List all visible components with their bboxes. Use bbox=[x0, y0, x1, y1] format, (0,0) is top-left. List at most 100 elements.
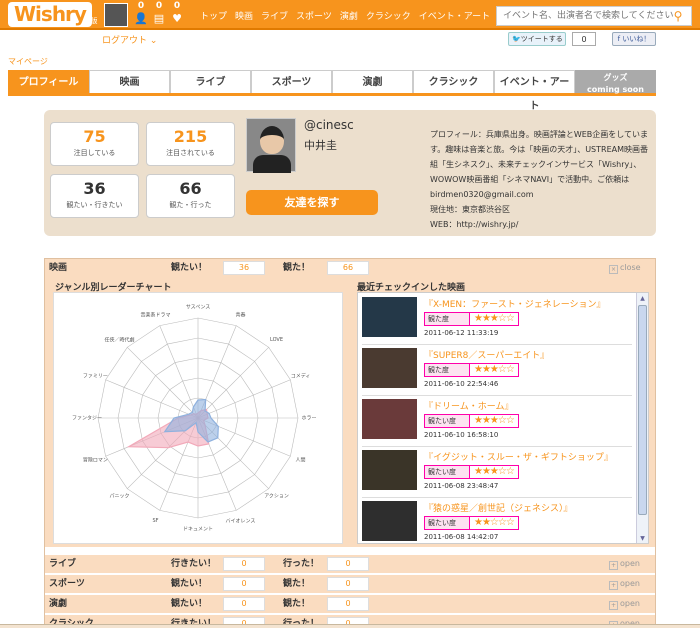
radar-axis-label: パニック bbox=[109, 493, 130, 500]
rating-stars: ★★★☆☆ bbox=[470, 414, 519, 428]
recent-list: 『X-MEN：ファースト・ジェネレーション』 観た度 ★★★☆☆ 2011-06-12… bbox=[357, 292, 649, 544]
tweet-button[interactable]: 🐦ツイートする bbox=[508, 32, 566, 46]
top-header: Wishry β版 0 👤 0 ▤ 0 ♥ トップ 映画 ライブ スポーツ 演劇 クラ… bbox=[0, 0, 700, 30]
movie-thumbnail bbox=[362, 450, 417, 490]
list-item[interactable]: 『ドリーム・ホーム』 観たい度 ★★★☆☆ 2011-06-10 16:58:10 bbox=[362, 397, 632, 447]
radar-axis-label: バイオレンス bbox=[225, 518, 256, 525]
rating-stars: ★★★☆☆ bbox=[470, 312, 519, 326]
tab-event-art[interactable]: イベント・アート bbox=[494, 70, 575, 112]
radar-axis-label: アクション bbox=[264, 493, 289, 500]
stat-done[interactable]: 66 観た・行った bbox=[146, 174, 235, 218]
search-input[interactable] bbox=[496, 6, 692, 26]
chevron-up-icon[interactable]: ▲ bbox=[638, 294, 647, 304]
radar-axis-label: サスペンス bbox=[185, 304, 211, 311]
scrollbar[interactable]: ▲ ▼ bbox=[636, 293, 648, 543]
window-bottom-edge bbox=[0, 624, 700, 628]
site-logo[interactable]: Wishry bbox=[8, 2, 92, 27]
radar-axis-label: LOVE bbox=[269, 336, 284, 343]
radar-axis-line bbox=[105, 379, 199, 419]
category-header-theater: 演劇 観たい！ 0 観た！ 0 + open bbox=[45, 595, 655, 613]
open-toggle[interactable]: +open bbox=[609, 595, 640, 613]
find-friends-button[interactable]: 友達を探す bbox=[246, 190, 378, 215]
rating-stars: ★★★☆☆ bbox=[470, 363, 519, 377]
nav-top[interactable]: トップ bbox=[200, 9, 227, 22]
tab-live[interactable]: ライブ bbox=[170, 70, 251, 93]
nav-theater[interactable]: 演劇 bbox=[340, 9, 358, 22]
category-header-sports: スポーツ 観たい！ 0 観た！ 0 + open bbox=[45, 575, 655, 593]
open-toggle[interactable]: +open bbox=[609, 575, 640, 593]
search-icon[interactable]: ⚲ bbox=[670, 8, 686, 24]
radar-axis-label: ホラー bbox=[301, 415, 317, 422]
category-tabs: プロフィール 映画 ライブ スポーツ 演劇 クラシック イベント・アート グッズ… bbox=[8, 70, 656, 112]
tab-theater[interactable]: 演劇 bbox=[332, 70, 413, 93]
stat-want[interactable]: 36 観たい・行きたい bbox=[50, 174, 139, 218]
header-stat-messages[interactable]: 0 ▤ bbox=[152, 1, 166, 25]
header-stat-people[interactable]: 0 👤 bbox=[134, 1, 148, 25]
radar-axis-label: 音楽系ドラマ bbox=[140, 312, 171, 319]
radar-axis-label: ドキュメント bbox=[182, 526, 214, 533]
header-stat-likes[interactable]: 0 ♥ bbox=[170, 1, 184, 25]
message-icon: ▤ bbox=[153, 12, 165, 25]
radar-axis-label: 青春 bbox=[235, 312, 246, 319]
beta-label: β版 bbox=[86, 17, 98, 25]
radar-axis-line bbox=[159, 325, 199, 419]
person-icon: 👤 bbox=[134, 12, 148, 25]
radar-axis-line bbox=[127, 347, 199, 419]
tab-profile[interactable]: プロフィール bbox=[8, 70, 89, 93]
radar-axis-label: ファンタジー bbox=[71, 415, 103, 422]
radar-axis-label: ファミリー bbox=[82, 373, 108, 380]
nav-classic[interactable]: クラシック bbox=[366, 9, 411, 22]
chevron-down-icon: ⌄ bbox=[147, 36, 158, 46]
list-item[interactable]: 『X-MEN：ファースト・ジェネレーション』 観た度 ★★★☆☆ 2011-06-12… bbox=[362, 295, 632, 345]
tab-goods: グッズ coming soon bbox=[575, 70, 656, 94]
rating-stars: ★★★☆☆ bbox=[470, 465, 519, 479]
scroll-thumb[interactable] bbox=[638, 305, 647, 515]
radar-axis-label: 人間 bbox=[295, 457, 306, 464]
tab-sports[interactable]: スポーツ bbox=[251, 70, 332, 93]
user-handle: @cinesc bbox=[304, 118, 354, 132]
profile-bio: プロフィール：兵庫県出身。映画評論とWEB企画をしています。趣味は音楽と旅。今は… bbox=[430, 130, 649, 229]
list-item[interactable]: 『イグジット・スルー・ザ・ギフトショップ』 観たい度 ★★★☆☆ 2011-06-08… bbox=[362, 448, 632, 498]
rating-stars: ★★☆☆☆ bbox=[470, 516, 519, 530]
header-avatar[interactable] bbox=[104, 3, 128, 27]
list-item[interactable]: 『猿の惑星／創世記（ジェネシス）』 観たい度 ★★☆☆☆ 2011-06-08 14:… bbox=[362, 499, 632, 543]
breadcrumb[interactable]: マイページ bbox=[8, 56, 48, 67]
close-icon: × bbox=[609, 265, 618, 274]
nav-movie[interactable]: 映画 bbox=[235, 9, 253, 22]
movie-thumbnail bbox=[362, 348, 417, 388]
movie-thumbnail bbox=[362, 297, 417, 337]
logout-link[interactable]: ログアウト ⌄ bbox=[102, 33, 157, 46]
category-header-live: ライブ 行きたい！ 0 行った！ 0 + open bbox=[45, 555, 655, 573]
open-icon: + bbox=[609, 561, 618, 570]
user-name: 中井圭 bbox=[304, 139, 337, 152]
radar-axis-label: 任侠／時代劇 bbox=[104, 337, 135, 343]
stat-following[interactable]: 75 注目している bbox=[50, 122, 139, 166]
movie-thumbnail bbox=[362, 399, 417, 439]
radar-axis-label: SF bbox=[152, 517, 159, 524]
movie-thumbnail bbox=[362, 501, 417, 541]
like-button[interactable]: f いいね！ bbox=[612, 32, 656, 46]
radar-axis-label: コメディ bbox=[290, 373, 311, 380]
tweet-count: 0 bbox=[572, 32, 596, 46]
radar-axis-label: 冒険ロマン bbox=[82, 457, 108, 464]
tab-movie[interactable]: 映画 bbox=[89, 70, 170, 93]
open-icon: + bbox=[609, 581, 618, 590]
category-panel: 映画 観たい！ 36 観た！ 66 × close ジャンル別レーダーチャート サ… bbox=[44, 258, 656, 628]
top-nav: トップ 映画 ライブ スポーツ 演劇 クラシック イベント・アート bbox=[200, 9, 490, 22]
avatar bbox=[246, 118, 296, 173]
open-toggle[interactable]: +open bbox=[609, 555, 640, 573]
nav-event-art[interactable]: イベント・アート bbox=[419, 9, 490, 22]
nav-sports[interactable]: スポーツ bbox=[296, 9, 332, 22]
movie-want-count: 36 bbox=[223, 261, 265, 275]
radar-axis-line bbox=[197, 379, 291, 419]
radar-axis-line bbox=[197, 347, 269, 419]
category-header-movie: 映画 観たい！ 36 観た！ 66 × close bbox=[45, 259, 655, 277]
movie-done-count: 66 bbox=[327, 261, 369, 275]
list-item[interactable]: 『SUPER8／スーパーエイト』 観た度 ★★★☆☆ 2011-06-10 22:54… bbox=[362, 346, 632, 396]
chevron-down-icon[interactable]: ▼ bbox=[638, 534, 647, 543]
stat-followers[interactable]: 215 注目されている bbox=[146, 122, 235, 166]
close-toggle[interactable]: × close bbox=[609, 259, 641, 277]
nav-live[interactable]: ライブ bbox=[261, 9, 288, 22]
heart-icon: ♥ bbox=[172, 12, 182, 25]
tab-classic[interactable]: クラシック bbox=[413, 70, 494, 93]
